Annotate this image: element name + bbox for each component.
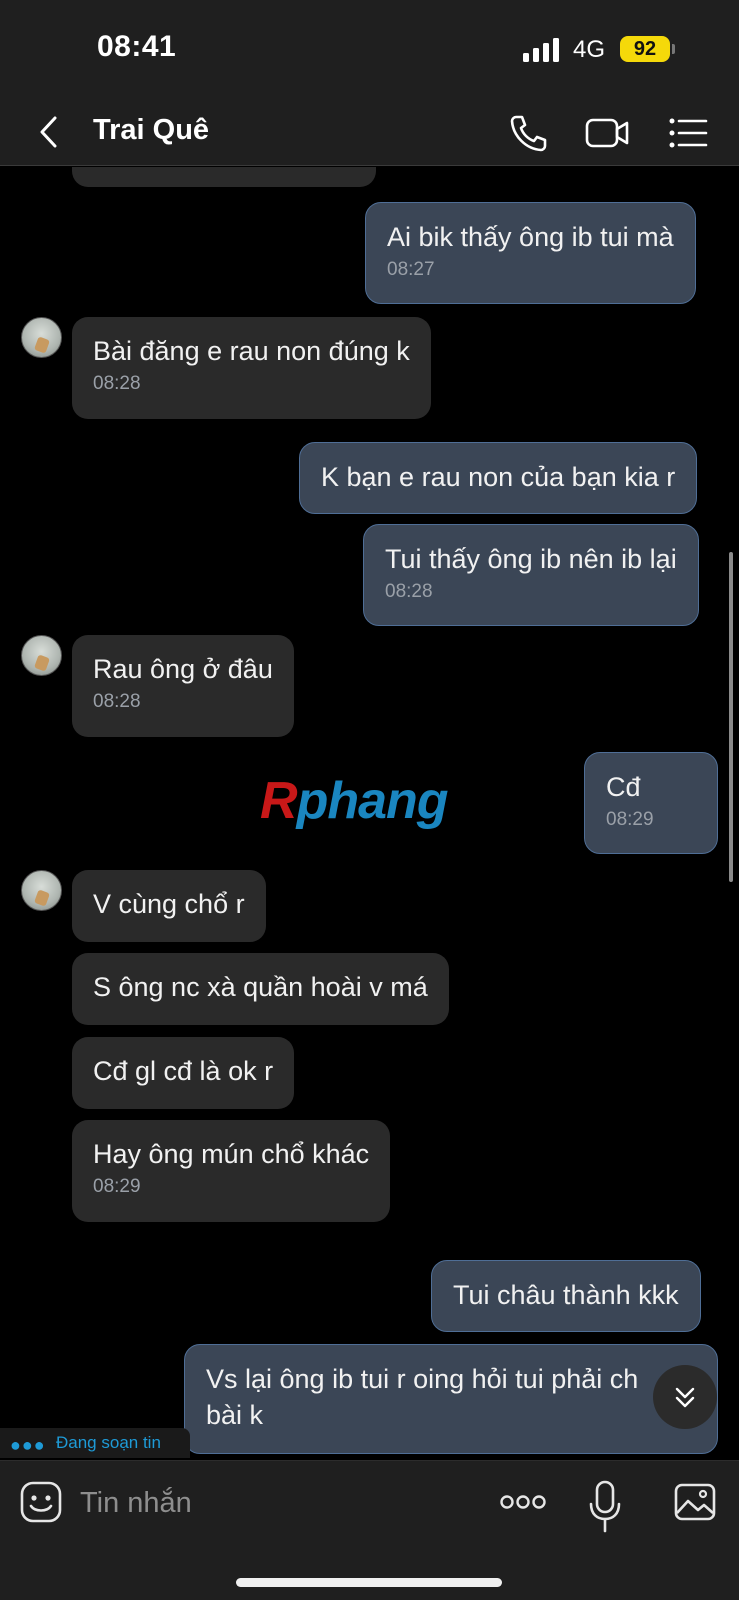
home-indicator[interactable] <box>236 1578 502 1587</box>
message-text: Rau ông ở đâu <box>93 654 273 684</box>
message-text: Ai bik thấy ông ib tui mà <box>387 222 674 252</box>
message-bubble-incoming[interactable]: Bài đăng e rau non đúng k 08:28 <box>72 317 431 419</box>
message-list[interactable]: Ai bik thấy ông ib tui mà 08:27 Bài đăng… <box>0 167 739 1459</box>
message-bubble-outgoing[interactable]: Tui thấy ông ib nên ib lại 08:28 <box>363 524 699 626</box>
network-type: 4G <box>573 36 606 63</box>
message-text: Cđ gl cđ là ok r <box>93 1056 274 1086</box>
message-input[interactable] <box>80 1481 460 1525</box>
watermark-logo: Rphang <box>260 771 449 831</box>
scrollbar[interactable] <box>729 552 733 882</box>
message-bubble-outgoing[interactable]: Cđ 08:29 <box>584 752 718 854</box>
message-time: 08:28 <box>385 581 433 602</box>
avatar[interactable] <box>21 317 62 358</box>
message-bubble-incoming[interactable]: S ông nc xà quần hoài v má <box>72 953 449 1025</box>
message-bubble-incoming[interactable]: Rau ông ở đâu 08:28 <box>72 635 294 737</box>
scroll-down-button[interactable] <box>653 1365 717 1429</box>
avatar[interactable] <box>21 870 62 911</box>
avatar[interactable] <box>21 635 62 676</box>
message-bubble-partial[interactable] <box>72 167 376 187</box>
battery-icon <box>672 44 675 54</box>
typing-indicator: ●●● Đang soạn tin <box>0 1428 190 1458</box>
message-bubble-incoming[interactable]: Hay ông mún chổ khác 08:29 <box>72 1120 391 1222</box>
battery-level: 92 <box>620 36 670 62</box>
message-text: Hay ông mún chổ khác <box>93 1139 370 1169</box>
message-time: 08:29 <box>93 1176 141 1197</box>
video-camera-icon[interactable] <box>584 110 630 156</box>
message-bubble-outgoing[interactable]: Vs lại ông ib tui r oing hỏi tui phải ch… <box>184 1344 718 1454</box>
message-bubble-incoming[interactable]: Cđ gl cđ là ok r <box>72 1037 295 1109</box>
message-bubble-outgoing[interactable]: Tui châu thành kkk <box>431 1260 701 1332</box>
message-text: V cùng chổ r <box>93 889 245 919</box>
message-text: Bài đăng e rau non đúng k <box>93 336 410 366</box>
phone-icon[interactable] <box>506 110 552 156</box>
message-text: Tui thấy ông ib nên ib lại <box>385 544 677 574</box>
message-text: Vs lại ông ib tui r oing hỏi tui phải ch <box>206 1364 639 1394</box>
typing-text: Đang soạn tin <box>56 1433 161 1452</box>
message-text: Tui châu thành kkk <box>453 1280 679 1310</box>
microphone-icon[interactable] <box>582 1479 628 1535</box>
message-text: Cđ <box>606 772 641 802</box>
list-icon[interactable] <box>666 110 712 156</box>
typing-dots-icon: ●●● <box>10 1435 46 1455</box>
chat-header: Trai Quê <box>0 100 739 166</box>
emoji-icon[interactable] <box>18 1479 64 1525</box>
watermark-first: R <box>260 772 298 830</box>
message-time: 08:27 <box>387 259 435 280</box>
image-icon[interactable] <box>672 1479 718 1525</box>
signal-icon <box>523 38 559 62</box>
watermark-rest: phang <box>296 772 449 830</box>
message-text: S ông nc xà quần hoài v má <box>93 972 428 1002</box>
message-time: 08:28 <box>93 691 141 712</box>
chevron-double-down-icon <box>675 1387 695 1408</box>
message-text: K bạn e rau non của bạn kia r <box>321 462 676 492</box>
chevron-left-icon[interactable] <box>30 112 70 152</box>
status-time: 08:41 <box>97 30 177 63</box>
message-text-line2: bài k <box>206 1400 264 1430</box>
message-bubble-outgoing[interactable]: Ai bik thấy ông ib tui mà 08:27 <box>365 202 696 304</box>
message-time: 08:29 <box>606 809 654 830</box>
message-bubble-incoming[interactable]: V cùng chổ r <box>72 870 266 942</box>
more-dots-icon[interactable] <box>498 1479 548 1525</box>
status-bar: 08:41 4G 92 <box>0 0 739 100</box>
message-time: 08:28 <box>93 373 141 394</box>
contact-name[interactable]: Trai Quê <box>93 114 209 147</box>
message-bubble-outgoing[interactable]: K bạn e rau non của bạn kia r <box>299 442 698 514</box>
